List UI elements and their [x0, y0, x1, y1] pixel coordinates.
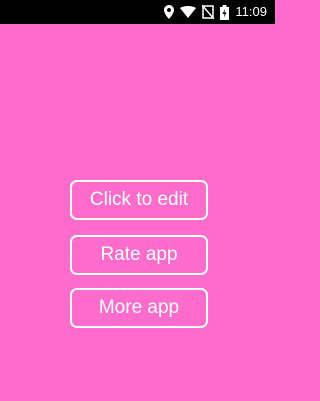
click-to-edit-button[interactable]: Click to edit — [70, 180, 208, 220]
location-icon — [164, 4, 175, 20]
battery-icon — [220, 4, 230, 20]
rate-app-button[interactable]: Rate app — [70, 235, 208, 275]
more-app-button[interactable]: More app — [70, 288, 208, 328]
status-bar: 11:09 — [0, 0, 275, 24]
wifi-icon — [180, 4, 197, 20]
no-sim-icon — [202, 4, 215, 20]
main-content: Click to edit Rate app More app — [0, 24, 275, 401]
clock: 11:09 — [235, 4, 267, 19]
